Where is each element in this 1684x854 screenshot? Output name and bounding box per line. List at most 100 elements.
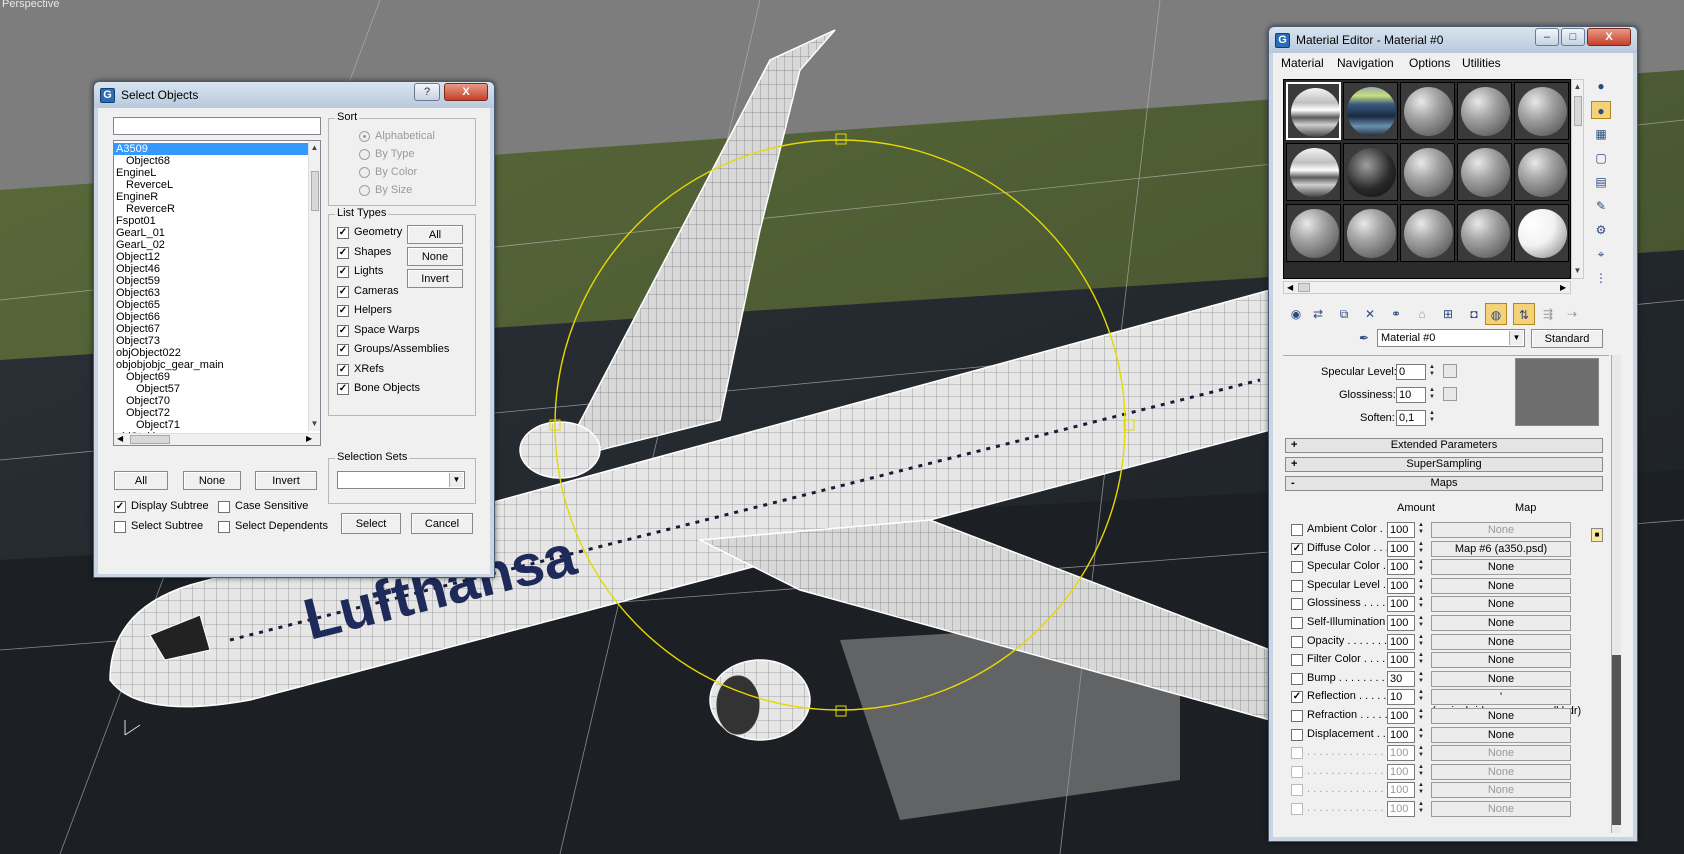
- map-slot-button[interactable]: None: [1431, 726, 1571, 743]
- sample-slot-12[interactable]: [1343, 204, 1398, 262]
- map-slot-button[interactable]: None: [1431, 577, 1571, 594]
- object-list-item[interactable]: Object63: [114, 287, 308, 299]
- specular-level-map-button[interactable]: [1443, 364, 1457, 378]
- rollout-extended-parameters[interactable]: + Extended Parameters: [1285, 438, 1603, 453]
- backlight-icon[interactable]: ●: [1591, 101, 1611, 119]
- list-none-button[interactable]: None: [183, 471, 241, 490]
- list-type-checkbox-bone-objects[interactable]: ✓: [337, 383, 349, 395]
- spinner-arrows-icon[interactable]: ▲ ▼: [1416, 559, 1426, 575]
- spinner-arrows-icon[interactable]: ▲ ▼: [1416, 782, 1426, 798]
- selection-sets-dropdown[interactable]: ▼: [337, 471, 465, 489]
- scroll-down-icon[interactable]: ▼: [1572, 266, 1583, 275]
- material-type-button[interactable]: Standard: [1531, 329, 1603, 348]
- map-slot-button[interactable]: None: [1431, 708, 1571, 724]
- list-types-all-button[interactable]: All: [407, 225, 463, 244]
- make-preview-icon[interactable]: ✎: [1591, 197, 1611, 215]
- spinner-arrows-icon[interactable]: ▲ ▼: [1416, 615, 1426, 631]
- map-amount-spinner[interactable]: 100: [1387, 596, 1415, 613]
- map-slot-button[interactable]: None: [1431, 652, 1571, 669]
- map-slot-button[interactable]: None: [1431, 745, 1571, 762]
- display-subtree-checkbox[interactable]: ✓: [114, 501, 126, 513]
- object-list-item[interactable]: Object46: [114, 263, 308, 275]
- sample-slot-4[interactable]: [1457, 82, 1512, 140]
- sample-slot-14[interactable]: [1457, 204, 1512, 262]
- slots-hscroll-thumb[interactable]: [1298, 283, 1310, 292]
- spinner-arrows-icon[interactable]: ▲ ▼: [1416, 745, 1426, 761]
- get-material-icon[interactable]: ◉: [1285, 303, 1307, 325]
- sample-slot-8[interactable]: [1400, 143, 1455, 201]
- map-slot-button[interactable]: ' (paris_bridge_pano_small.hdr): [1431, 689, 1581, 717]
- spinner-arrows-icon[interactable]: ▲ ▼: [1427, 364, 1437, 380]
- close-button[interactable]: X: [444, 83, 488, 101]
- map-slot-button[interactable]: None: [1431, 522, 1571, 538]
- object-list-item[interactable]: EngineR: [114, 191, 308, 203]
- map-amount-spinner[interactable]: 100: [1387, 652, 1415, 669]
- map-amount-spinner[interactable]: 100: [1387, 745, 1415, 762]
- map-amount-spinner[interactable]: 100: [1387, 801, 1415, 817]
- map-enable-checkbox[interactable]: [1291, 635, 1303, 648]
- sort-alphabetical-radio[interactable]: [359, 131, 370, 142]
- slots-scroll-thumb[interactable]: [1574, 96, 1582, 126]
- map-enable-checkbox[interactable]: [1291, 617, 1303, 629]
- object-list-item[interactable]: A3509: [114, 143, 308, 155]
- spinner-arrows-icon[interactable]: ▲ ▼: [1416, 652, 1426, 668]
- object-list-item[interactable]: ReverceR: [114, 203, 308, 215]
- sample-slot-11[interactable]: [1286, 204, 1341, 262]
- spinner-arrows-icon[interactable]: ▲ ▼: [1416, 708, 1426, 724]
- map-slot-button[interactable]: None: [1431, 670, 1571, 687]
- show-map-icon[interactable]: ◘: [1463, 303, 1485, 325]
- map-enable-checkbox[interactable]: [1291, 803, 1303, 815]
- spinner-arrows-icon[interactable]: ▲ ▼: [1416, 727, 1426, 743]
- background-icon[interactable]: ▦: [1591, 125, 1611, 143]
- list-type-checkbox-groups-assemblies[interactable]: ✓: [337, 344, 349, 356]
- put-material-icon[interactable]: ⇄: [1307, 303, 1329, 325]
- slots-hscrollbar[interactable]: ◀ ▶: [1283, 281, 1571, 294]
- minimize-button[interactable]: –: [1535, 28, 1559, 46]
- object-search-input[interactable]: [113, 117, 321, 135]
- map-enable-checkbox[interactable]: [1291, 710, 1303, 722]
- map-amount-spinner[interactable]: 100: [1387, 633, 1415, 650]
- spinner-arrows-icon[interactable]: ▲ ▼: [1416, 634, 1426, 650]
- sample-slot-9[interactable]: [1457, 143, 1512, 201]
- object-list-item[interactable]: Object12: [114, 251, 308, 263]
- show-end-result-icon[interactable]: ◍: [1485, 303, 1507, 325]
- map-enable-checkbox[interactable]: [1291, 579, 1303, 592]
- select-by-material-icon[interactable]: ⌖: [1591, 245, 1611, 263]
- sample-slot-15[interactable]: [1514, 204, 1569, 262]
- map-enable-checkbox[interactable]: [1291, 765, 1303, 778]
- object-list-item[interactable]: GearL_02: [114, 239, 308, 251]
- object-list-item[interactable]: Object69: [114, 371, 308, 383]
- list-type-checkbox-lights[interactable]: ✓: [337, 266, 349, 278]
- object-list[interactable]: A3509 Object68 EngineL ReverceL EngineR Rever…: [113, 140, 321, 446]
- specular-level-spinner[interactable]: 0: [1396, 364, 1426, 380]
- sort-by-size-radio[interactable]: [359, 185, 370, 196]
- scroll-left-icon[interactable]: ◀: [1287, 283, 1293, 292]
- pick-material-icon[interactable]: ⇢: [1561, 303, 1583, 325]
- sample-slot-6[interactable]: [1286, 143, 1341, 201]
- list-type-checkbox-cameras[interactable]: ✓: [337, 285, 349, 298]
- spinner-arrows-icon[interactable]: ▲ ▼: [1416, 801, 1426, 817]
- scroll-up-icon[interactable]: ▲: [309, 143, 320, 152]
- reset-map-icon[interactable]: ✕: [1359, 303, 1381, 325]
- list-invert-button[interactable]: Invert: [255, 471, 317, 490]
- sample-slot-5[interactable]: [1514, 82, 1569, 140]
- object-list-item[interactable]: Fspot01: [114, 215, 308, 227]
- sample-slot-1[interactable]: [1286, 82, 1341, 140]
- list-type-checkbox-shapes[interactable]: ✓: [337, 246, 349, 259]
- spinner-arrows-icon[interactable]: ▲ ▼: [1416, 689, 1426, 705]
- map-enable-checkbox[interactable]: [1291, 728, 1303, 741]
- map-enable-checkbox[interactable]: [1291, 784, 1303, 797]
- lock-icon[interactable]: ■: [1591, 528, 1603, 542]
- map-slot-button[interactable]: None: [1431, 596, 1571, 613]
- make-unique-icon[interactable]: ⚭: [1385, 303, 1407, 325]
- parameters-scroll-thumb[interactable]: [1612, 655, 1621, 825]
- map-amount-spinner[interactable]: 100: [1387, 577, 1415, 594]
- map-amount-spinner[interactable]: 100: [1387, 559, 1415, 576]
- map-enable-checkbox[interactable]: [1291, 524, 1303, 536]
- scroll-up-icon[interactable]: ▲: [1572, 82, 1583, 91]
- sort-by-type-radio[interactable]: [359, 149, 370, 160]
- map-slot-button[interactable]: None: [1431, 763, 1571, 780]
- object-list-item[interactable]: objobjobjc_gear_main: [114, 359, 308, 371]
- assign-material-icon[interactable]: ⧉: [1333, 303, 1355, 325]
- list-all-button[interactable]: All: [114, 471, 168, 490]
